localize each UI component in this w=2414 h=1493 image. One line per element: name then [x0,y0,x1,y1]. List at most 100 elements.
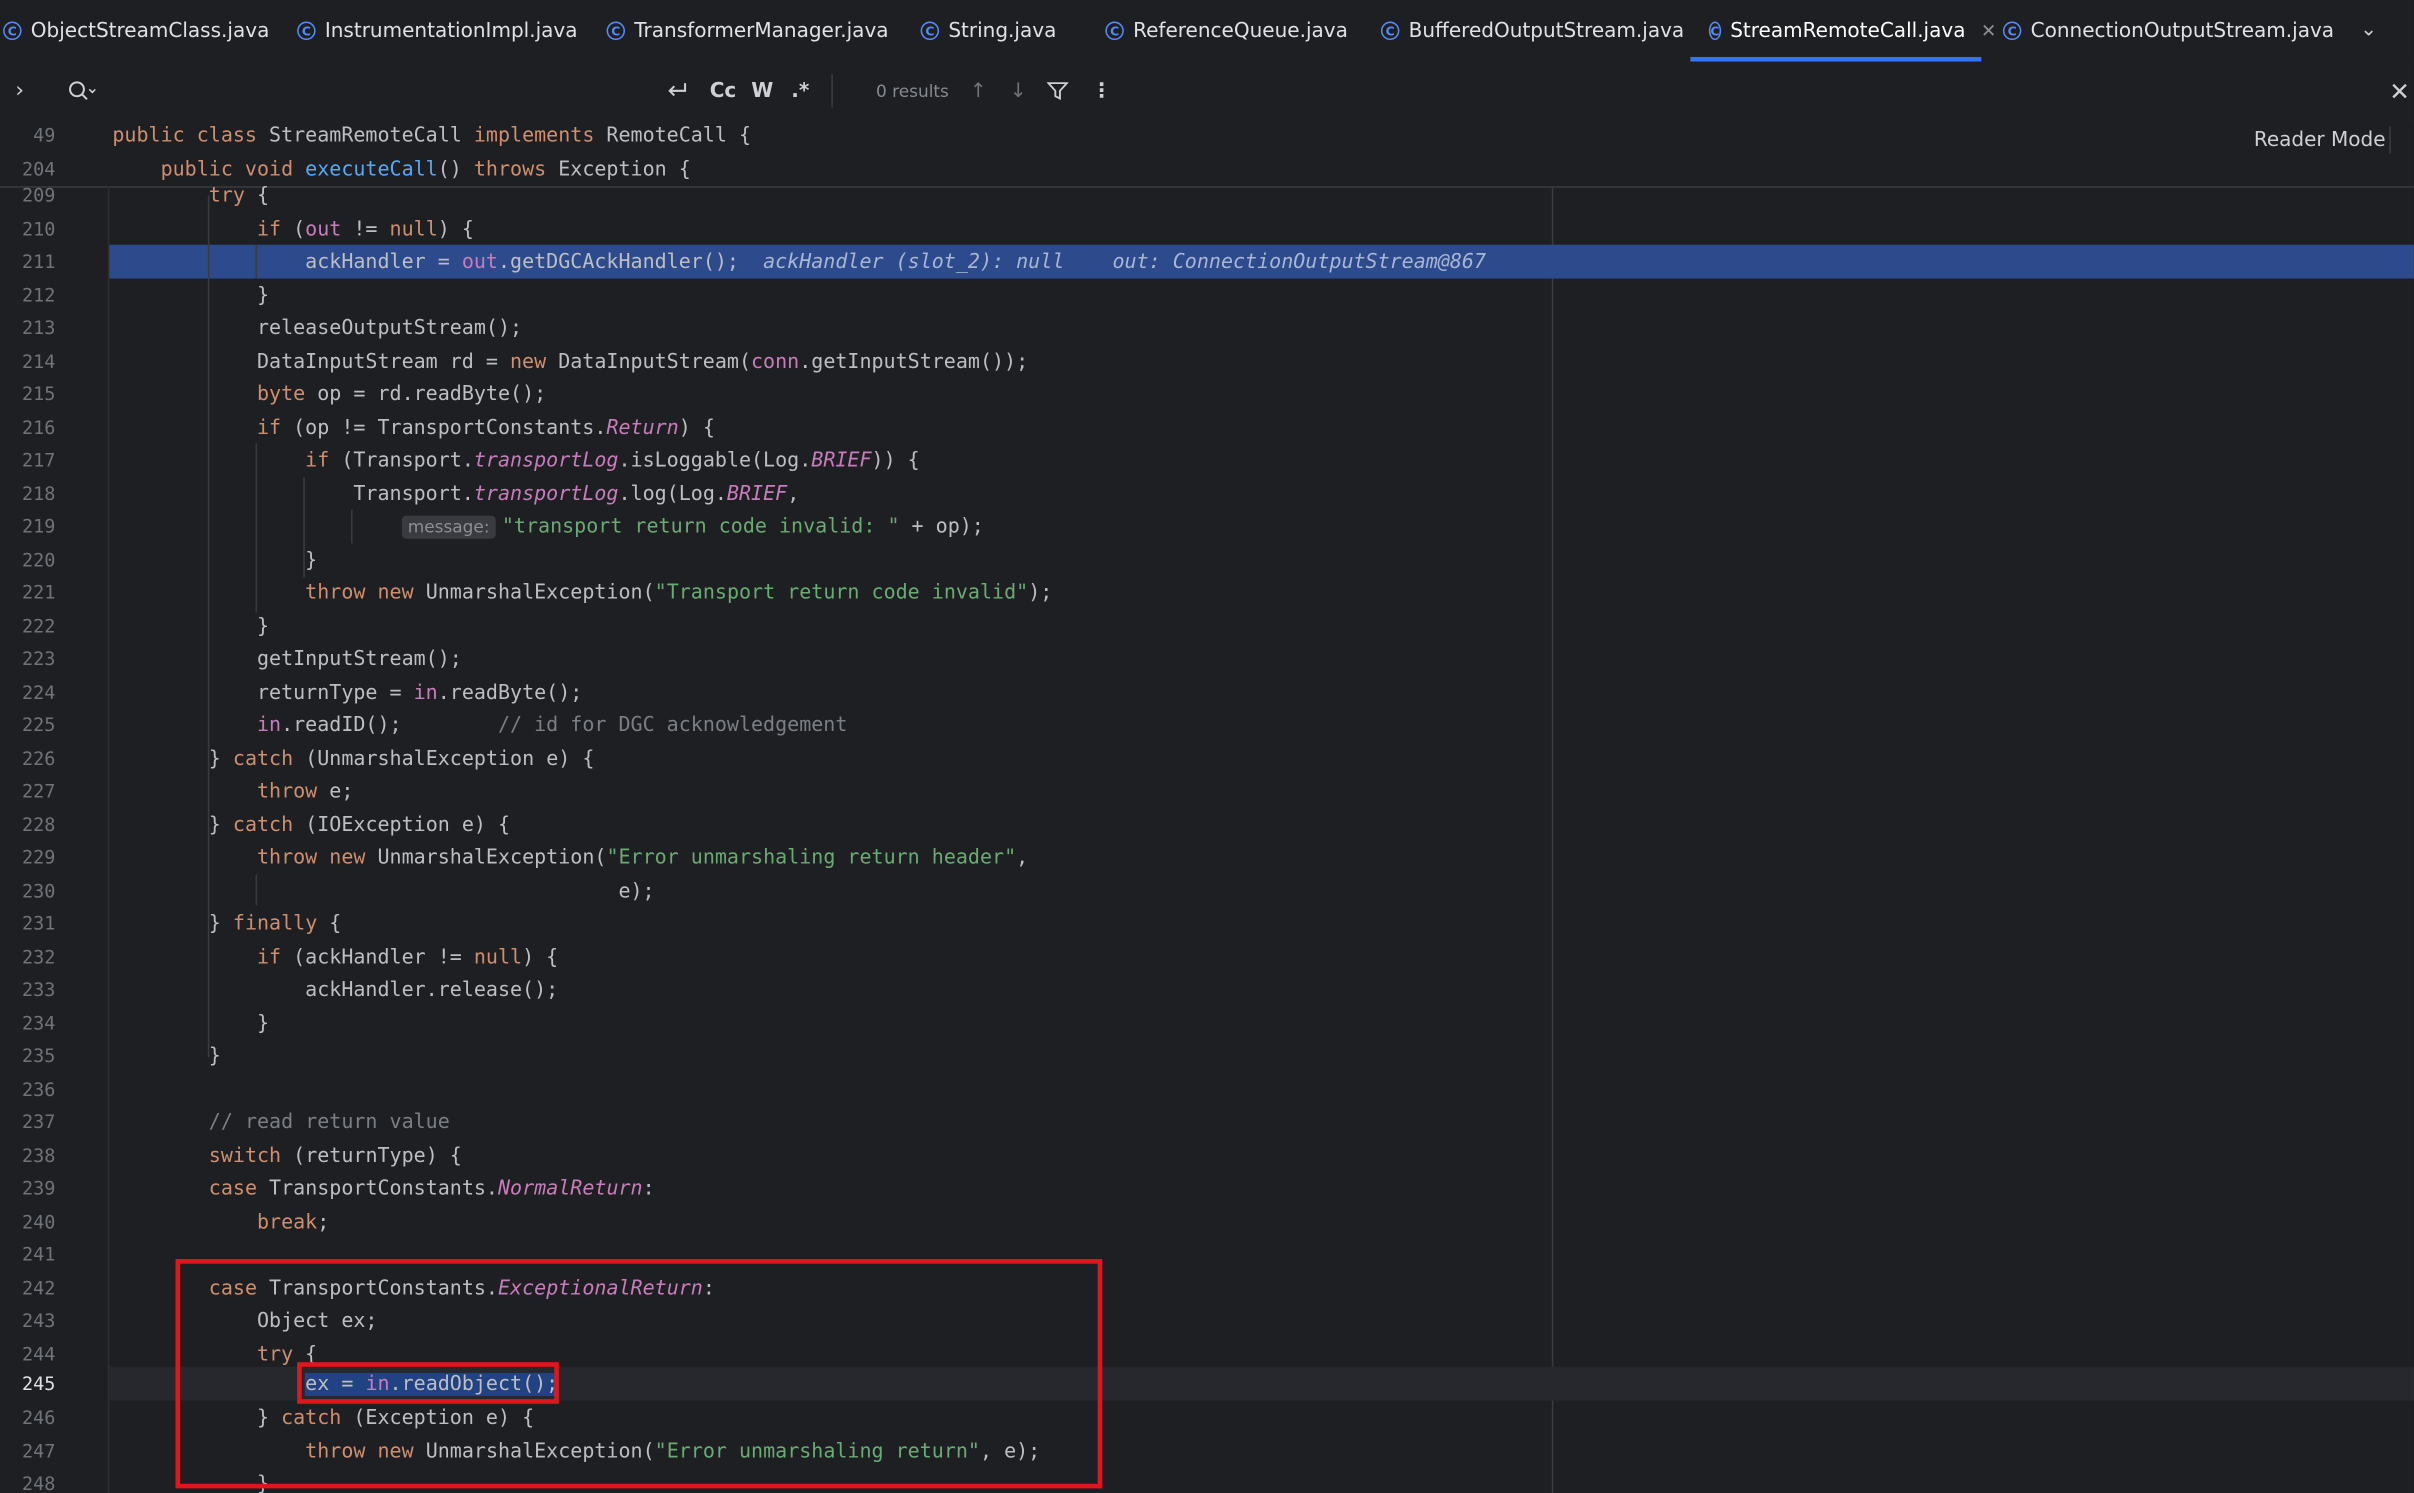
code-line[interactable]: 227 throw e; [0,776,2414,809]
code-text: } catch (IOException e) { [112,813,511,837]
code-line[interactable]: 218 Transport.transportLog.log(Log.BRIEF… [0,478,2414,511]
class-icon: C [1105,21,1124,41]
code-text: } catch (UnmarshalException e) { [112,747,595,771]
sticky-line[interactable]: 49 public class StreamRemoteCall impleme… [0,120,2414,153]
code-line[interactable]: 229 throw new UnmarshalException("Error … [0,842,2414,875]
line-number: 213 [22,317,56,339]
line-number: 244 [22,1342,56,1365]
editor-tab-bar: C ObjectStreamClass.java C Instrumentati… [0,0,2414,64]
expand-replace-icon[interactable]: › [15,62,24,120]
line-number: 228 [22,813,56,836]
tab-bufferedoutputstream[interactable]: C BufferedOutputStream.java [1380,0,1684,62]
debug-inline-value[interactable]: ackHandler (slot_2): null [763,251,1064,274]
line-number: 227 [22,780,56,802]
code-line[interactable]: 240 break; [0,1206,2414,1239]
code-line[interactable]: 226 } catch (UnmarshalException e) { [0,743,2414,776]
code-line-execution-point[interactable]: 211 ackHandler = out.getDGCAckHandler();… [0,246,2414,279]
search-icon[interactable] [68,62,96,120]
tab-connectionoutputstream[interactable]: C ConnectionOutputStream.java [2002,0,2334,62]
arrow-up-icon[interactable]: ↑ [970,62,987,120]
code-line[interactable]: 220 } [0,544,2414,577]
code-text: in.readID(); // id for DGC acknowledgeme… [256,714,848,738]
line-number: 216 [22,416,56,438]
code-line[interactable]: 230 e); [0,875,2414,908]
code-line[interactable]: 214 DataInputStream rd = new DataInputSt… [0,346,2414,379]
code-text: if (Transport.transportLog.isLoggable(Lo… [305,449,920,473]
words-button[interactable]: W [751,62,773,120]
debug-inline-value[interactable]: out: ConnectionOutputStream@867 [1113,251,1487,274]
code-line[interactable]: 223 getInputStream(); [0,643,2414,676]
tab-objectstreamclass[interactable]: C ObjectStreamClass.java [3,0,269,62]
tab-label: ObjectStreamClass.java [30,19,270,43]
code-line[interactable]: 217 if (Transport.transportLog.isLoggabl… [0,445,2414,478]
code-line[interactable]: 228 } catch (IOException e) { [0,809,2414,842]
code-line[interactable]: 213 releaseOutputStream(); [0,312,2414,345]
code-line[interactable]: 216 if (op != TransportConstants.Return)… [0,412,2414,445]
code-line[interactable]: 234 } [0,1007,2414,1040]
code-line[interactable]: 233 ackHandler.release(); [0,974,2414,1007]
reader-mode-button[interactable]: Reader Mode [2254,129,2386,152]
code-line[interactable]: 209 try { [0,180,2414,213]
highlight-annotation-box [297,1362,559,1404]
tab-label: TransformerManager.java [634,19,889,43]
tab-streamremotecall[interactable]: C StreamRemoteCall.java ✕ [1690,0,1996,62]
code-line[interactable]: 221 throw new UnmarshalException("Transp… [0,577,2414,610]
line-number: 232 [22,945,56,968]
new-line-icon[interactable] [665,62,690,120]
tab-transformermanager[interactable]: C TransformerManager.java [606,0,889,62]
code-text: ackHandler.release(); [112,978,559,1003]
code-text: } [112,1012,270,1036]
code-line[interactable]: 215 byte op = rd.readByte(); [0,379,2414,412]
code-text: if (ackHandler != null) { [256,945,559,969]
search-results-count: 0 results [875,80,949,101]
tab-referencequeue[interactable]: C ReferenceQueue.java [1105,0,1348,62]
code-text: case TransportConstants.NormalReturn: [208,1177,655,1201]
code-text: releaseOutputStream(); [112,317,523,341]
chevron-down-icon[interactable]: ⌄ [2360,18,2377,41]
tab-instrumentationimpl[interactable]: C InstrumentationImpl.java [297,0,578,62]
line-number: 246 [22,1406,56,1429]
line-number: 240 [22,1210,56,1233]
arrow-down-icon[interactable]: ↓ [1010,62,1027,120]
line-number: 245 [22,1372,56,1395]
code-line[interactable]: 237 // read return value [0,1107,2414,1140]
code-line[interactable]: 225 in.readID(); // id for DGC acknowled… [0,710,2414,743]
tab-string[interactable]: C String.java [920,0,1056,62]
code-line[interactable]: 239 case TransportConstants.NormalReturn… [0,1173,2414,1206]
code-text: returnType = in.readByte(); [112,681,583,705]
close-icon[interactable]: ✕ [1981,20,1996,42]
line-number: 233 [22,978,56,1001]
tab-label: ReferenceQueue.java [1133,19,1348,43]
code-line[interactable]: 222 } [0,610,2414,643]
line-number: 224 [22,681,56,703]
regex-button[interactable]: .* [791,62,809,120]
code-text: } [112,548,318,572]
filter-icon[interactable] [1046,62,1069,120]
more-options-icon[interactable]: ⋮ [1092,62,1112,120]
match-case-button[interactable]: Cc [710,62,737,120]
line-number: 239 [22,1177,56,1200]
line-number: 211 [22,250,56,273]
parameter-hint: message: [401,515,496,539]
line-number: 236 [22,1078,56,1100]
code-line[interactable]: 210 if (out != null) { [0,213,2414,246]
code-line[interactable]: 232 if (ackHandler != null) { [0,941,2414,974]
code-line[interactable]: 219 message: "transport return code inval… [0,511,2414,544]
line-number: 221 [22,581,56,604]
close-icon[interactable]: ✕ [2389,62,2410,120]
line-number: 226 [22,747,56,769]
code-line[interactable]: 235 } [0,1040,2414,1073]
line-number: 222 [22,614,56,637]
code-line[interactable]: 236 [0,1074,2414,1107]
divider [2389,126,2391,154]
code-line[interactable]: 231 } finally { [0,908,2414,941]
code-line[interactable]: 224 returnType = in.readByte(); [0,676,2414,709]
line-number: 238 [22,1144,56,1166]
code-line[interactable]: 212 } [0,279,2414,312]
line-number: 237 [22,1111,56,1133]
search-input[interactable] [111,62,650,120]
code-text: ackHandler = out.getDGCAckHandler(); ack… [112,250,1487,274]
class-icon: C [1380,21,1400,41]
code-line[interactable]: 238 switch (returnType) { [0,1140,2414,1173]
code-text: } [112,1045,221,1069]
